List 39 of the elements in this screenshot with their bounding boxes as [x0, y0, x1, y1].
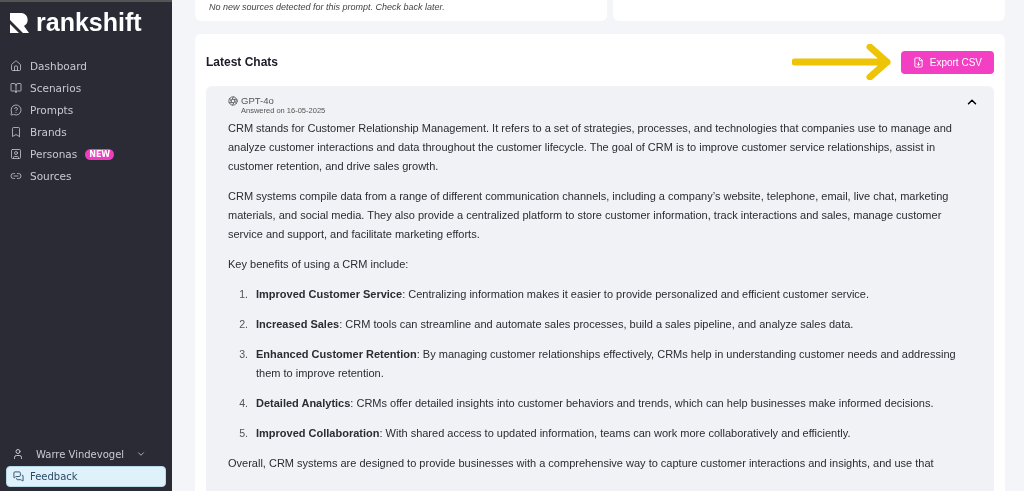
nav-item[interactable]: Brands	[0, 121, 172, 143]
model-icon	[228, 95, 238, 106]
list-item-text: Detailed Analytics: CRMs offer detailed insights into customer behaviors and trends, which can help businesses make informed decisions.	[256, 396, 934, 411]
nav-item[interactable]: Personas NEW	[0, 143, 172, 165]
bookmark-icon	[10, 126, 22, 138]
new-badge: NEW	[85, 148, 115, 160]
list-number: 2.	[238, 317, 248, 332]
person-card-icon	[10, 148, 22, 160]
feedback-button[interactable]: Feedback	[6, 466, 166, 487]
user-icon	[12, 448, 24, 460]
model-name: GPT-4o	[241, 95, 274, 106]
empty-message: No new sources detected for this prompt. Check back later.	[209, 2, 445, 12]
chat-icon	[13, 471, 24, 482]
logo-text: rankshift	[36, 8, 142, 37]
list-item-text: Improved Collaboration: With shared access to updated information, teams can work more collaboratively and efficiently.	[256, 426, 851, 441]
speech-bubble-icon	[10, 104, 22, 116]
link-icon	[10, 170, 22, 182]
list-item-text: Increased Sales: CRM tools can streamline and automate sales processes, build a sales pipeline, and analyze sales data.	[256, 317, 854, 332]
user-menu[interactable]: Warre Vindevogel	[0, 444, 172, 466]
list-number: 5.	[238, 426, 248, 441]
home-icon	[10, 60, 22, 72]
nav-item[interactable]: Dashboard	[0, 55, 172, 77]
file-icon	[912, 56, 924, 68]
answer-paragraph: Overall, CRM systems are designed to provide businesses with a comprehensive way to capture customer interactions and insights, and use that	[228, 456, 935, 471]
answer-paragraph: CRM stands for Customer Relationship Management. It refers to a set of strategies, processes, and technologies that companies use to manage and analyze customer interactions and data throughout the customer lifecycle. The goal of CRM is to improve customer service relationships, assist in customer retention, and drive sales growth.	[228, 121, 953, 174]
book-icon	[10, 82, 22, 94]
list-item-text: Improved Customer Service: Centralizing information makes it easier to provide personalized and efficient customer service.	[256, 287, 870, 302]
nav-item[interactable]: Sources	[0, 165, 172, 187]
section-title: Latest Chats	[206, 55, 279, 69]
nav-item[interactable]: Scenarios	[0, 77, 172, 99]
answer-paragraph: Key benefits of using a CRM include:	[228, 257, 410, 272]
chevron-down-icon	[136, 449, 147, 459]
answer-paragraph: CRM systems compile data from a range of different communication channels, including a company’s website, telephone, email, live chat, marketing materials, and social media. They also provide a centralized platform to store customer information, track interactions and sales, manage customer service and support, and facilitate marketing efforts.	[228, 189, 950, 242]
list-item-text: Enhanced Customer Retention: By managing customer relationships effectively, CRMs help in understanding customer needs and addressing them to improve retention.	[256, 347, 957, 381]
logo-icon	[8, 10, 32, 35]
list-number: 1.	[238, 287, 248, 302]
nav-item[interactable]: Prompts	[0, 99, 172, 121]
list-number: 4.	[238, 396, 248, 411]
list-number: 3.	[238, 347, 248, 362]
